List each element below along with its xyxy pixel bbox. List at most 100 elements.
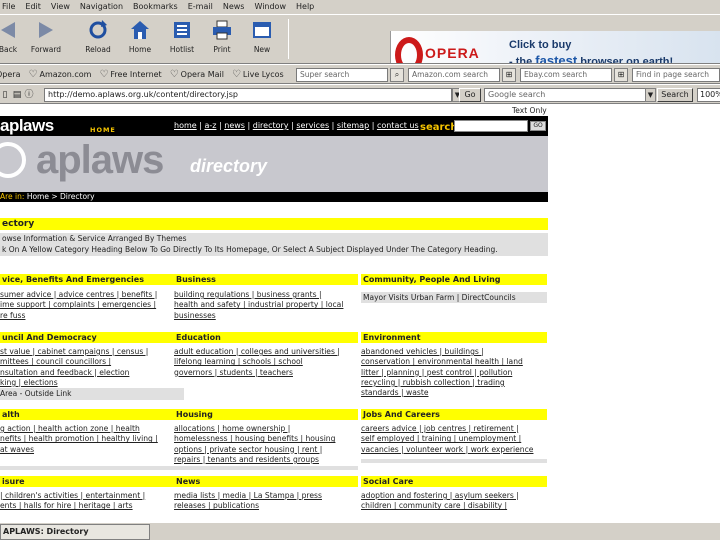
nav-contact-us[interactable]: contact us xyxy=(377,121,419,130)
back-button[interactable]: Back xyxy=(0,17,28,63)
zoom-level[interactable]: 100% xyxy=(697,88,720,102)
breadcrumb: Are in: Home > Directory xyxy=(0,192,548,202)
site-search-label: search xyxy=(420,122,458,133)
nav-services[interactable]: services xyxy=(296,121,329,130)
hotlist-icon xyxy=(174,22,190,38)
search-engine-dropdown[interactable]: ▼ xyxy=(645,88,656,102)
amazon-search-input[interactable]: Amazon.com search xyxy=(408,68,500,82)
hotlist-button[interactable]: Hotlist xyxy=(162,17,202,63)
find-in-page-input[interactable]: Find in page search xyxy=(632,68,720,82)
category-heading[interactable]: Education xyxy=(174,332,358,343)
page-icon[interactable]: ▯ xyxy=(0,89,10,101)
menu-navigation[interactable]: Navigation xyxy=(80,1,123,13)
toolbar-separator xyxy=(288,19,289,59)
home-icon xyxy=(131,21,149,39)
ebay-search-input[interactable]: Ebay.com search xyxy=(520,68,612,82)
category-heading[interactable]: Environment xyxy=(361,332,547,343)
new-window-icon xyxy=(253,22,271,38)
row-divider xyxy=(0,466,358,470)
category-heading[interactable]: Social Care xyxy=(361,476,547,487)
bookmark-opera[interactable]: Opera xyxy=(0,70,21,79)
nav-directory[interactable]: directory xyxy=(253,121,289,130)
search-icon: ⌕ xyxy=(394,70,400,79)
menu-news[interactable]: News xyxy=(223,1,245,13)
banner-circle-icon xyxy=(0,142,26,178)
page-tab[interactable]: APLAWS: Directory xyxy=(0,524,150,540)
nav-sitemap[interactable]: sitemap xyxy=(337,121,369,130)
menu-window[interactable]: Window xyxy=(254,1,286,13)
banner-subtitle: directory xyxy=(190,156,268,176)
nav-home[interactable]: home xyxy=(174,121,197,130)
category-heading[interactable]: isure xyxy=(0,476,185,487)
bookmark-amazon[interactable]: ♡ Amazon.com xyxy=(29,69,92,80)
ebay-search-button[interactable]: ⊞ xyxy=(614,68,628,82)
search-button[interactable]: Search xyxy=(657,88,693,102)
category-heading[interactable]: uncil And Democracy xyxy=(0,332,185,343)
new-window-button[interactable]: New xyxy=(242,17,282,63)
home-tag[interactable]: HOME xyxy=(90,126,116,134)
category-heading[interactable]: Housing xyxy=(174,409,358,420)
menu-email[interactable]: E-mail xyxy=(188,1,213,13)
menu-edit[interactable]: Edit xyxy=(25,1,41,13)
home-button[interactable]: Home xyxy=(120,17,160,63)
bookmark-free-internet[interactable]: ♡ Free Internet xyxy=(99,69,161,80)
site-logo[interactable]: aplaws xyxy=(0,116,54,136)
nav-news[interactable]: news xyxy=(224,121,245,130)
directory-desc-2: k On A Yellow Category Heading Below To … xyxy=(0,244,548,256)
menu-view[interactable]: View xyxy=(51,1,70,13)
category-links: adult education | colleges and universit… xyxy=(174,347,340,377)
super-search-button[interactable]: ⌕ xyxy=(390,68,404,82)
category-heading[interactable]: News xyxy=(174,476,358,487)
row-divider xyxy=(361,459,547,463)
address-input[interactable]: http://demo.aplaws.org.uk/content/direct… xyxy=(44,88,452,102)
window-tab-bar: APLAWS: Directory xyxy=(0,522,720,540)
menu-bookmarks[interactable]: Bookmarks xyxy=(133,1,178,13)
site-search-input[interactable] xyxy=(454,120,528,132)
breadcrumb-path[interactable]: Home > Directory xyxy=(27,192,95,201)
directory-desc-1: owse Information & Service Arranged By T… xyxy=(0,233,548,244)
ad-line-2: - the fastest browser on earth! xyxy=(509,53,674,64)
reload-icon xyxy=(89,20,107,39)
bookmark-live-lycos[interactable]: ♡ Live Lycos xyxy=(232,69,284,80)
category-links: g action | health action zone | health n… xyxy=(0,424,158,454)
forward-button[interactable]: Forward xyxy=(26,17,66,63)
menu-file[interactable]: File xyxy=(2,1,15,13)
category-heading[interactable]: Jobs And Careers xyxy=(361,409,547,420)
menu-help[interactable]: Help xyxy=(296,1,314,13)
category-links: building regulations | business grants |… xyxy=(174,290,344,320)
site-nav: home | a-z | news | directory | services… xyxy=(174,121,419,130)
site-header: aplaws HOME home | a-z | news | director… xyxy=(0,116,548,202)
reload-button[interactable]: Reload xyxy=(78,17,118,63)
bookmark-heart-icon: ♡ xyxy=(28,68,38,80)
lock-icon[interactable]: ▤ xyxy=(12,89,22,101)
ad-brand: OPERA xyxy=(425,45,480,61)
google-search-input[interactable]: Google search xyxy=(484,88,654,102)
directory-heading: ectory xyxy=(0,218,548,230)
category-heading[interactable]: alth xyxy=(0,409,185,420)
category-heading[interactable]: Community, People And Living xyxy=(361,274,547,285)
directory-banner: aplaws directory xyxy=(0,136,548,192)
category-links: sumer advice | advice centres | benefits… xyxy=(0,290,158,320)
info-icon[interactable]: ⓘ xyxy=(24,89,34,101)
super-search-input[interactable]: Super search xyxy=(296,68,388,82)
amazon-search-button[interactable]: ⊞ xyxy=(502,68,516,82)
bookmark-heart-icon: ♡ xyxy=(99,68,109,80)
address-bar: ▯ ▤ ⓘ http://demo.aplaws.org.uk/content/… xyxy=(0,84,720,104)
category-links: allocations | home ownership | homelessn… xyxy=(174,424,336,464)
bookmark-opera-mail[interactable]: ♡ Opera Mail xyxy=(170,69,224,80)
site-search-go-button[interactable]: GO xyxy=(530,121,546,131)
category-links: | children's activities | entertainment … xyxy=(0,491,146,511)
text-only-link[interactable]: Text Only xyxy=(512,106,547,115)
nav-a-z[interactable]: a-z xyxy=(204,121,216,130)
category-heading[interactable]: Business xyxy=(174,274,358,285)
category-heading[interactable]: vice, Benefits And Emergencies xyxy=(0,274,185,285)
category-links: careers advice | job centres | retiremen… xyxy=(361,424,534,454)
category-links: media lists | media | La Stampa | press … xyxy=(174,491,322,511)
print-button[interactable]: Print xyxy=(202,17,242,63)
main-toolbar: Back Forward Reload Home Hotlist Print N… xyxy=(0,14,720,64)
go-button[interactable]: Go xyxy=(459,88,481,102)
category-links: Mayor Visits Urban Farm | DirectCouncils xyxy=(361,292,547,303)
category-links: adoption and fostering | asylum seekers … xyxy=(361,491,519,511)
bookmark-heart-icon: ♡ xyxy=(231,68,241,80)
opera-banner-ad[interactable]: OPERA Click to buy - the fastest browser… xyxy=(390,31,720,64)
